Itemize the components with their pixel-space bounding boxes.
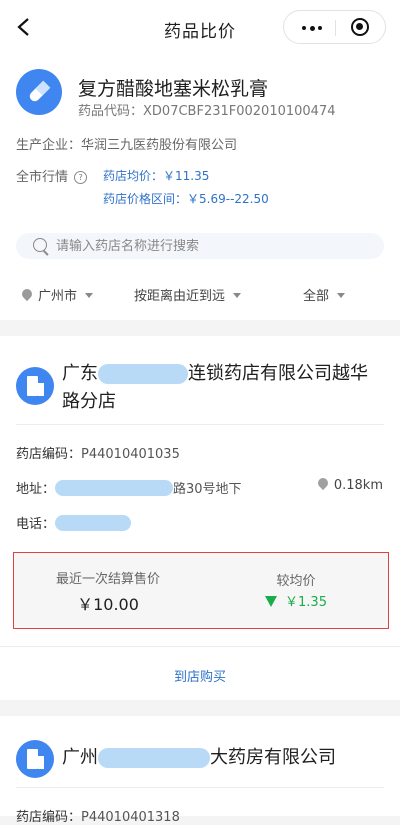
last-price-value: ￥10.00	[77, 595, 139, 614]
pharmacy-name: 广州 大药房有限公司	[62, 747, 336, 768]
drug-name: 复方醋酸地塞米松乳膏	[78, 78, 269, 100]
search-icon	[33, 238, 47, 252]
price-range: 药店价格区间：￥5.69--22.50	[103, 192, 269, 206]
pharmacy-building-icon	[16, 367, 54, 405]
dropdown-caret-icon	[337, 293, 346, 298]
drug-code: 药品代码：XD07CBF231F002010100474	[78, 104, 336, 119]
location-pin-icon	[315, 475, 330, 491]
capsule-divider	[335, 20, 336, 36]
search-input[interactable]	[56, 233, 376, 259]
divider	[16, 424, 384, 425]
pharmacy-building-icon	[16, 740, 54, 778]
pharmacy-distance: 0.18km	[315, 475, 383, 493]
help-icon[interactable]: ?	[74, 171, 88, 184]
avg-price: 药店均价：￥11.35	[103, 169, 210, 183]
redacted-text	[55, 515, 132, 531]
redacted-text	[55, 480, 174, 496]
divider	[0, 646, 400, 647]
pill-icon	[16, 69, 62, 115]
location-pin-icon	[19, 286, 35, 302]
pharmacy-card: 广州 大药房有限公司 药店编码：P44010401318	[0, 716, 400, 825]
diff-value: ￥1.35	[202, 591, 390, 610]
redacted-text	[98, 748, 210, 768]
dropdown-caret-icon	[233, 293, 242, 298]
divider	[16, 787, 384, 788]
pharmacy-phone: 电话：	[16, 513, 132, 532]
manufacturer: 生产企业：华润三九医药股份有限公司	[16, 138, 238, 153]
last-price-label: 最近一次结算售价	[55, 572, 160, 587]
more-icon[interactable]	[302, 25, 322, 31]
buy-in-store-link[interactable]: 到店购买	[0, 666, 400, 685]
pharmacy-name: 广东 连锁药店有限公司越华路分店	[62, 363, 368, 412]
scope-filter[interactable]: 全部	[303, 285, 346, 304]
pharmacy-card: 广东 连锁药店有限公司越华路分店 药店编码：P44010401035 地址： 路30…	[0, 336, 400, 700]
down-triangle-icon	[265, 596, 278, 607]
diff-label: 较均价	[276, 574, 316, 589]
pharmacy-code: 药店编码：P44010401035	[16, 447, 180, 462]
sort-filter[interactable]: 按距离由近到远	[134, 285, 242, 304]
price-compare-box: 最近一次结算售价 ￥10.00 较均价 ￥1.35	[13, 552, 389, 629]
dropdown-caret-icon	[85, 293, 94, 298]
close-target-icon[interactable]	[351, 18, 369, 36]
pharmacy-address: 地址： 路30号地下	[16, 480, 242, 497]
market-label: 全市行情 ?	[16, 166, 88, 185]
redacted-text	[98, 364, 188, 384]
nav-bar: 药品比价	[0, 0, 400, 56]
search-bar	[16, 233, 384, 259]
city-filter[interactable]: 广州市	[19, 285, 94, 304]
drug-info-section: 复方醋酸地塞米松乳膏 药品代码：XD07CBF231F002010100474 …	[0, 56, 400, 320]
mini-program-capsule	[283, 10, 386, 44]
